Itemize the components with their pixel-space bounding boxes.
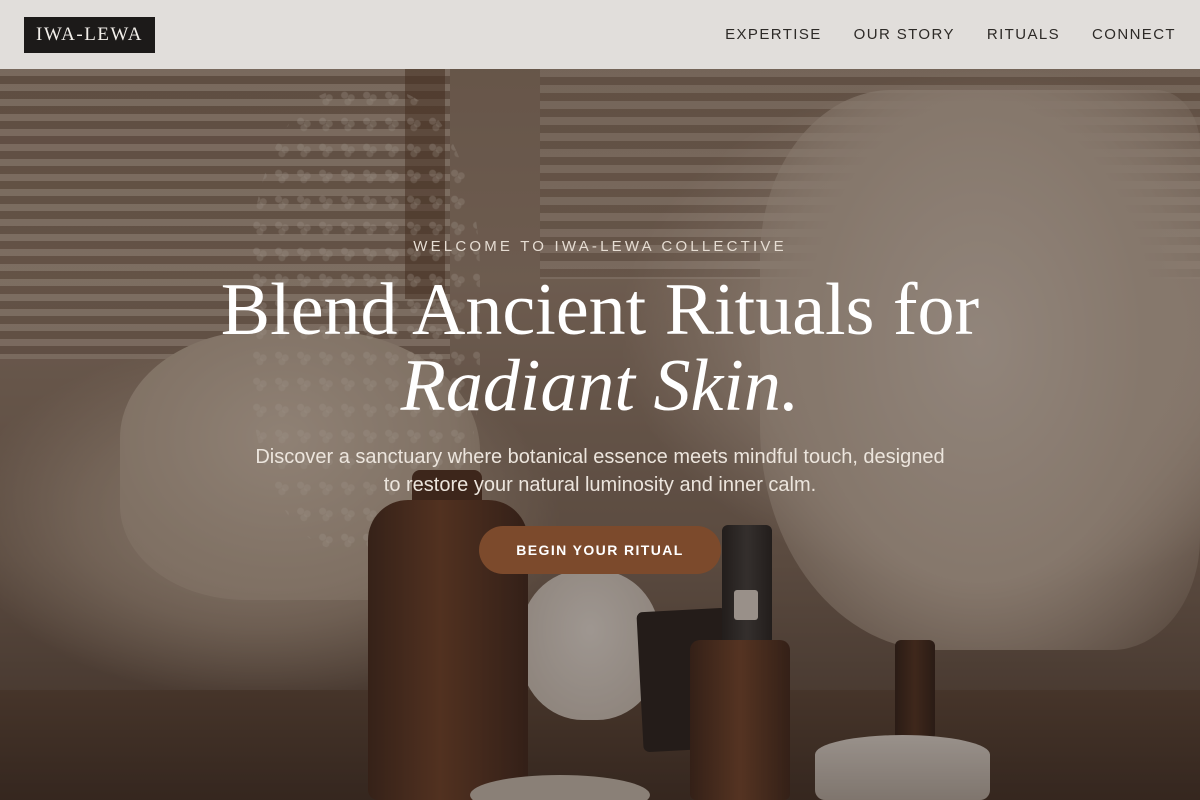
- landing-page: IWA-LEWA EXPERTISE OUR STORY RITUALS CON…: [0, 0, 1200, 800]
- nav-link-rituals[interactable]: RITUALS: [987, 26, 1060, 43]
- logo[interactable]: IWA-LEWA: [24, 16, 155, 53]
- begin-ritual-button[interactable]: BEGIN YOUR RITUAL: [479, 526, 721, 574]
- nav-link-our-story[interactable]: OUR STORY: [854, 26, 955, 43]
- nav-item-our-story: OUR STORY: [854, 26, 955, 44]
- hero-eyebrow: WELCOME TO IWA-LEWA COLLECTIVE: [413, 238, 787, 255]
- main-nav: EXPERTISE OUR STORY RITUALS CONNECT: [725, 26, 1176, 44]
- hero-headline: Blend Ancient Rituals for Radiant Skin.: [0, 272, 1200, 424]
- nav-link-expertise[interactable]: EXPERTISE: [725, 26, 822, 43]
- nav-item-connect: CONNECT: [1092, 26, 1176, 44]
- nav-item-expertise: EXPERTISE: [725, 26, 822, 44]
- nav-item-rituals: RITUALS: [987, 26, 1060, 44]
- hero-section: WELCOME TO IWA-LEWA COLLECTIVE Blend Anc…: [0, 0, 1200, 800]
- hero-subtext: Discover a sanctuary where botanical ess…: [255, 446, 945, 496]
- hero-headline-line1: Blend Ancient Rituals for: [220, 269, 980, 351]
- hero-headline-line2: Radiant Skin.: [400, 345, 800, 427]
- site-header: IWA-LEWA EXPERTISE OUR STORY RITUALS CON…: [0, 0, 1200, 69]
- nav-link-connect[interactable]: CONNECT: [1092, 26, 1176, 43]
- nav-list: EXPERTISE OUR STORY RITUALS CONNECT: [725, 26, 1176, 44]
